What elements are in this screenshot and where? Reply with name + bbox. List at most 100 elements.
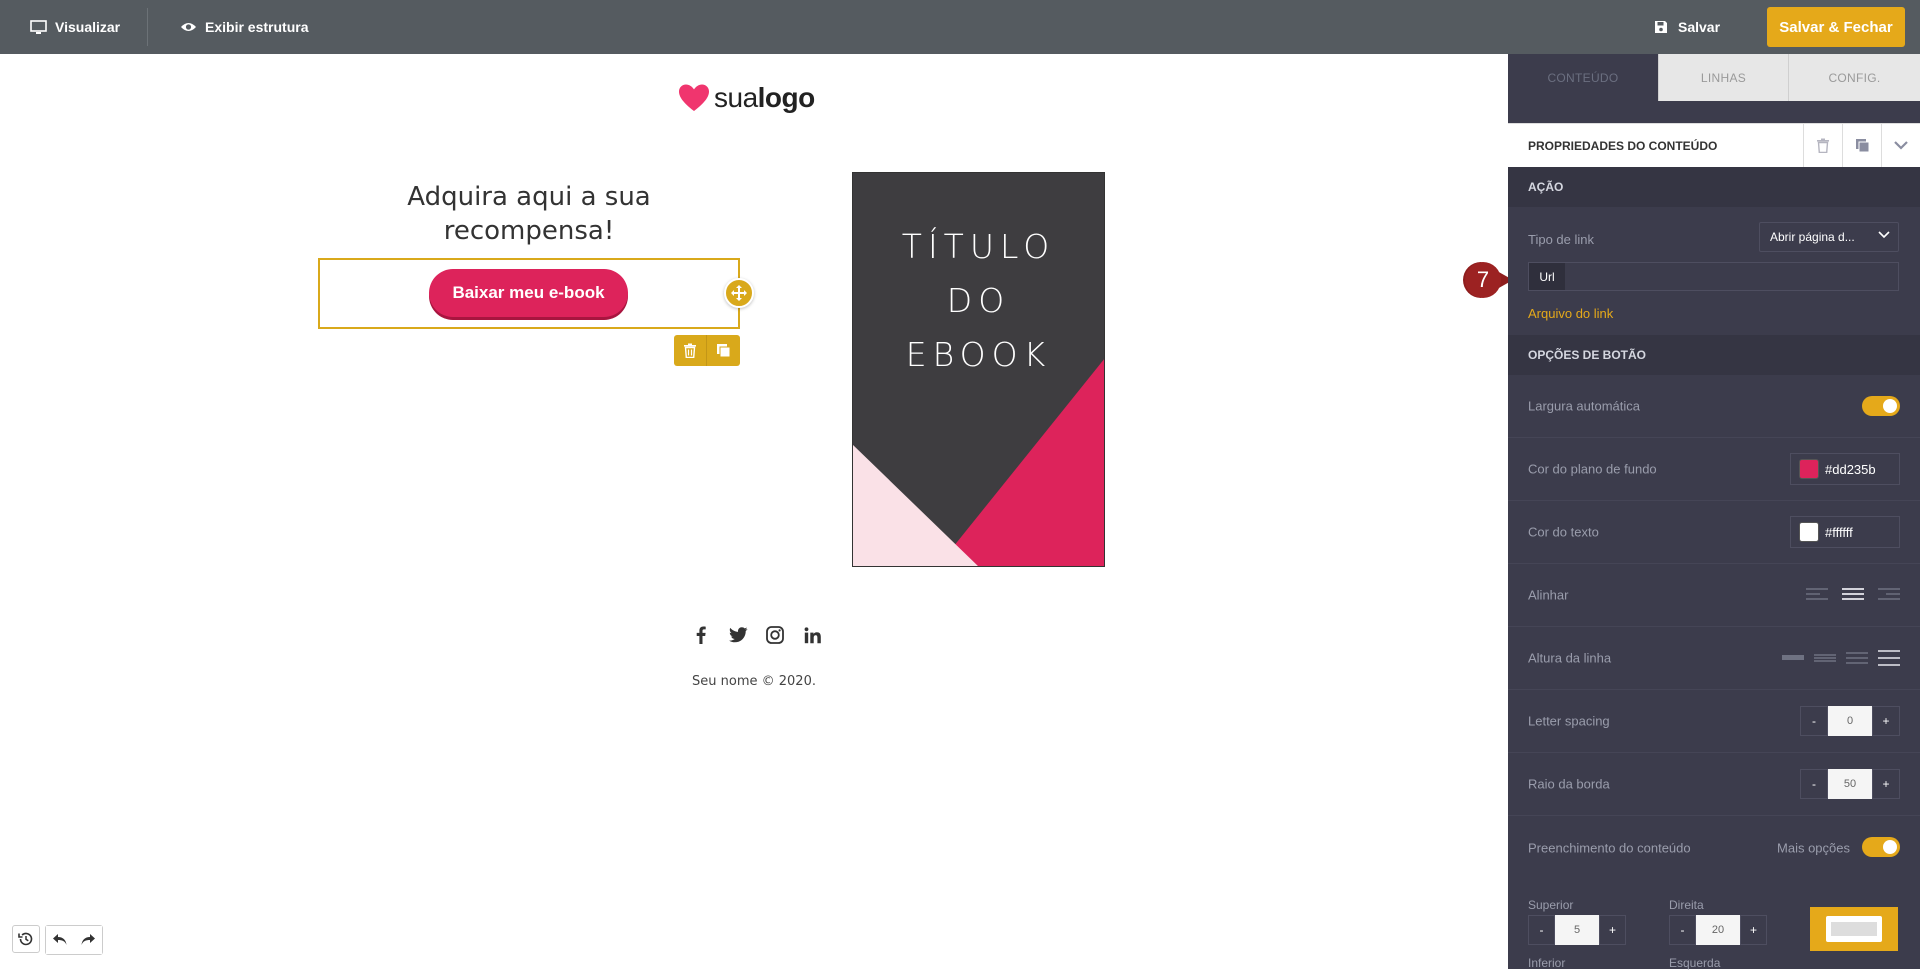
social-icons	[690, 624, 823, 646]
content-padding-label: Preenchimento do conteúdo	[1528, 840, 1691, 855]
visualize-label: Visualizar	[55, 19, 121, 35]
ebook-cover-image[interactable]: TÍTULO DO EBOOK	[852, 172, 1105, 567]
link-file-link[interactable]: Arquivo do link	[1528, 306, 1613, 321]
more-options-toggle[interactable]	[1862, 837, 1900, 857]
padding-right-stepper: - 20 +	[1669, 915, 1767, 945]
padding-top-decrement[interactable]: -	[1528, 915, 1555, 945]
undo-button[interactable]	[46, 926, 74, 954]
align-center-icon[interactable]	[1842, 586, 1864, 604]
padding-right-increment[interactable]: +	[1740, 915, 1767, 945]
chevron-down-icon	[1894, 141, 1908, 150]
link-type-select[interactable]: Abrir página d...	[1759, 222, 1899, 252]
padding-preview-button	[1826, 916, 1882, 942]
line-height-label: Altura da linha	[1528, 650, 1612, 666]
padding-top-value[interactable]: 5	[1555, 915, 1599, 945]
panel-tabs: CONTEÚDO LINHAS CONFIG.	[1508, 54, 1920, 101]
instagram-icon[interactable]	[764, 624, 786, 646]
undo-redo-group	[45, 925, 103, 955]
letter-spacing-value[interactable]: 0	[1828, 706, 1872, 736]
align-right-icon[interactable]	[1878, 586, 1900, 604]
duplicate-content-button[interactable]	[1842, 123, 1881, 168]
padding-right-decrement[interactable]: -	[1669, 915, 1696, 945]
align-left-icon[interactable]	[1806, 586, 1828, 604]
tab-content[interactable]: CONTEÚDO	[1508, 54, 1658, 101]
bg-color-value: #dd235b	[1825, 461, 1876, 477]
ebook-title-line-2: DO	[946, 281, 1011, 320]
text-color-swatch	[1799, 522, 1819, 542]
tab-settings[interactable]: CONFIG.	[1788, 54, 1920, 101]
twitter-icon[interactable]	[727, 624, 749, 646]
bg-color-label: Cor do plano de fundo	[1528, 461, 1657, 477]
align-options	[1806, 586, 1900, 604]
url-input[interactable]	[1565, 263, 1898, 290]
toolbar-divider	[147, 8, 148, 46]
line-height-1-icon[interactable]	[1782, 649, 1804, 667]
duplicate-block-button[interactable]	[707, 335, 740, 366]
visualize-button[interactable]: Visualizar	[29, 0, 120, 54]
editor-canvas[interactable]: sua logo Adquira aqui a sua recompensa! B…	[0, 54, 1508, 969]
logo-text-bold: logo	[757, 82, 816, 113]
auto-width-label: Largura automática	[1528, 398, 1641, 414]
more-options-label: Mais opções	[1777, 840, 1850, 855]
floppy-disk-icon	[1652, 18, 1670, 36]
letter-spacing-stepper: - 0 +	[1800, 706, 1900, 736]
show-structure-button[interactable]: Exibir estrutura	[179, 0, 308, 54]
ebook-title-line-1: TÍTULO	[901, 227, 1056, 266]
history-button[interactable]	[12, 925, 40, 953]
link-type-value: Abrir página d...	[1770, 230, 1855, 244]
redo-icon	[81, 934, 95, 945]
line-height-4-icon[interactable]	[1878, 649, 1900, 667]
text-color-picker[interactable]: #ffffff	[1790, 516, 1900, 548]
footer-copyright: Seu nome © 2020.	[692, 674, 816, 689]
letter-spacing-row: Letter spacing - 0 +	[1508, 690, 1920, 753]
bg-color-picker[interactable]: #dd235b	[1790, 453, 1900, 485]
save-button[interactable]: Salvar	[1652, 0, 1720, 54]
text-color-label: Cor do texto	[1528, 524, 1599, 540]
headline-text[interactable]: Adquira aqui a sua recompensa!	[318, 180, 740, 248]
padding-top-increment[interactable]: +	[1599, 915, 1626, 945]
padding-left-label: Esquerda	[1669, 956, 1721, 970]
content-padding-row: Preenchimento do conteúdo Mais opções	[1508, 816, 1920, 879]
tab-rows[interactable]: LINHAS	[1658, 54, 1788, 101]
border-radius-stepper: - 50 +	[1800, 769, 1900, 799]
delete-block-button[interactable]	[674, 335, 707, 366]
ebook-title-line-3: EBOOK	[905, 335, 1052, 374]
padding-top-label: Superior	[1528, 898, 1574, 912]
delete-content-button[interactable]	[1803, 123, 1842, 168]
content-properties-title: PROPRIEDADES DO CONTEÚDO	[1528, 138, 1718, 153]
line-height-3-icon[interactable]	[1846, 649, 1868, 667]
link-type-label: Tipo de link	[1528, 232, 1594, 247]
border-radius-row: Raio da borda - 50 +	[1508, 753, 1920, 816]
brand-logo: sua logo	[678, 82, 815, 114]
linkedin-icon[interactable]	[801, 624, 823, 646]
url-field[interactable]: Url	[1528, 262, 1899, 291]
letter-spacing-decrement[interactable]: -	[1800, 706, 1828, 736]
move-handle-icon[interactable]	[724, 278, 754, 308]
eye-icon	[179, 18, 197, 36]
redo-button[interactable]	[74, 926, 102, 954]
padding-right-value[interactable]: 20	[1696, 915, 1740, 945]
save-label: Salvar	[1678, 19, 1721, 35]
line-height-2-icon[interactable]	[1814, 649, 1836, 667]
border-radius-increment[interactable]: +	[1872, 769, 1900, 799]
trash-icon	[684, 343, 696, 358]
show-structure-label: Exibir estrutura	[205, 19, 309, 35]
content-properties-header: PROPRIEDADES DO CONTEÚDO	[1508, 123, 1920, 168]
align-label: Alinhar	[1528, 587, 1569, 603]
border-radius-value[interactable]: 50	[1828, 769, 1872, 799]
section-button-options: OPÇÕES DE BOTÃO	[1508, 335, 1920, 375]
collapse-panel-button[interactable]	[1881, 123, 1920, 168]
undo-icon	[53, 934, 67, 945]
border-radius-decrement[interactable]: -	[1800, 769, 1828, 799]
block-toolbar	[674, 335, 740, 366]
top-toolbar: Visualizar Exibir estrutura Salvar Salva…	[0, 0, 1920, 54]
border-radius-label: Raio da borda	[1528, 776, 1610, 792]
text-color-value: #ffffff	[1825, 524, 1853, 540]
save-and-close-button[interactable]: Salvar & Fechar	[1767, 7, 1905, 47]
auto-width-toggle[interactable]	[1862, 396, 1900, 416]
facebook-icon[interactable]	[690, 624, 712, 646]
padding-bottom-label: Inferior	[1528, 956, 1566, 970]
download-ebook-button[interactable]: Baixar meu e-book	[429, 269, 628, 317]
letter-spacing-increment[interactable]: +	[1872, 706, 1900, 736]
history-icon	[18, 932, 33, 946]
